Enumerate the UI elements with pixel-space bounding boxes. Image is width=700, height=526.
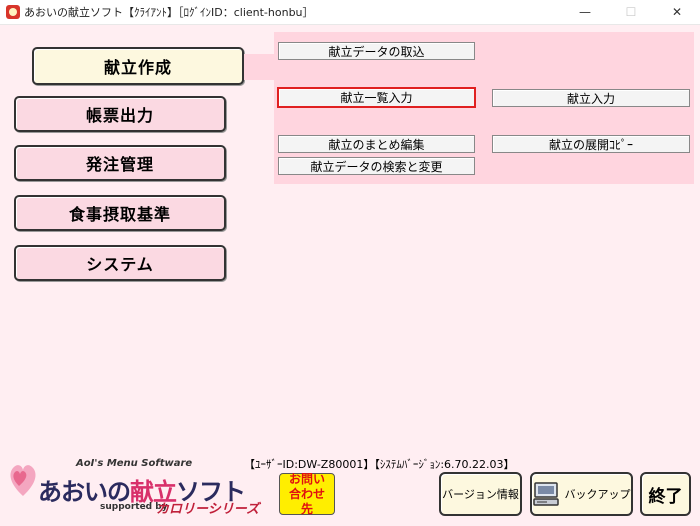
contact-button-label: お問い合わせ先	[288, 471, 325, 516]
app-icon	[6, 5, 20, 19]
title-bar: あおいの献立ソフト【ｸﾗｲｱﾝﾄ】［ﾛｸﾞｲﾝID：client-honbu］ …	[0, 0, 700, 25]
exit-button[interactable]: 終了	[640, 472, 691, 516]
heart-icon	[10, 465, 36, 496]
logo-tagline: AoI's Menu Software	[76, 458, 193, 469]
menu-button-order-management[interactable]: 発注管理	[14, 145, 226, 181]
logo-brand: カロリーシリーズ	[156, 502, 260, 517]
menu-button-dietary-standards[interactable]: 食事摂取基準	[14, 195, 226, 231]
computer-icon	[532, 482, 559, 506]
submenu-list-input-button[interactable]: 献立一覧入力	[277, 87, 476, 108]
backup-label: バックアップ	[564, 488, 631, 501]
submenu-search-change-button[interactable]: 献立データの検索と変更	[278, 157, 475, 175]
submenu-panel: 献立データの取込 献立一覧入力 献立入力 献立のまとめ編集 献立の展開ｺﾋﾟｰ …	[274, 32, 694, 184]
version-info-button[interactable]: バージョン情報	[439, 472, 522, 516]
contact-button[interactable]: お問い合わせ先	[279, 471, 335, 516]
minimize-button[interactable]: —	[562, 0, 608, 24]
submenu-bulk-edit-button[interactable]: 献立のまとめ編集	[278, 135, 475, 153]
user-version-info: 【ﾕｰｻﾞｰID:DW-Z80001】【ｼｽﾃﾑﾊﾞｰｼﾞｮﾝ:6.70.22.…	[244, 458, 515, 471]
exit-label: 終了	[648, 486, 683, 507]
backup-button[interactable]: バックアップ	[530, 472, 633, 516]
submenu-input-button[interactable]: 献立入力	[492, 89, 690, 107]
menu-button-menu-create[interactable]: 献立作成	[32, 47, 244, 85]
maximize-button[interactable]: ☐	[608, 0, 654, 24]
window-controls: — ☐ ✕	[562, 0, 700, 24]
close-button[interactable]: ✕	[654, 0, 700, 24]
version-info-label: バージョン情報	[442, 488, 519, 501]
window-title: あおいの献立ソフト【ｸﾗｲｱﾝﾄ】［ﾛｸﾞｲﾝID：client-honbu］	[24, 6, 314, 19]
logo: AoI's Menu Software あおいの献立ソフト supported …	[8, 452, 260, 522]
submenu-expand-copy-button[interactable]: 献立の展開ｺﾋﾟｰ	[492, 135, 690, 153]
submenu-connector	[244, 54, 276, 80]
submenu-import-button[interactable]: 献立データの取込	[278, 42, 475, 60]
menu-button-report-output[interactable]: 帳票出力	[14, 96, 226, 132]
menu-button-system[interactable]: システム	[14, 245, 226, 281]
